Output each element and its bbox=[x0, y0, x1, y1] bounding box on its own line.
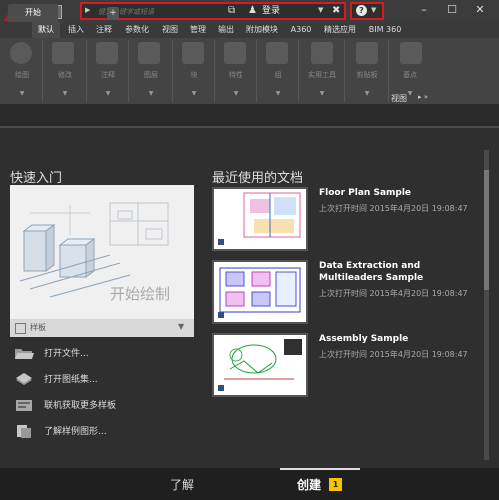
ribbon-group-properties[interactable]: 特性 ▼ bbox=[216, 40, 257, 102]
recent-documents-heading: 最近使用的文档 bbox=[212, 171, 304, 186]
tab-view[interactable]: 视图 bbox=[158, 22, 182, 38]
group-icon bbox=[266, 42, 288, 64]
layers-icon bbox=[138, 42, 160, 64]
bottom-navigation-bar: 了解 创建 1 bbox=[0, 468, 499, 500]
chevron-down-icon[interactable]: ▼ bbox=[346, 90, 388, 97]
start-drawing-label[interactable]: 开始绘制 bbox=[110, 283, 170, 304]
chevron-down-icon[interactable]: ▼ bbox=[258, 90, 298, 97]
ribbon-group-groups[interactable]: 组 ▼ bbox=[258, 40, 299, 102]
active-indicator bbox=[280, 468, 360, 470]
chevron-down-icon[interactable]: ▼ bbox=[216, 90, 256, 97]
tab-parametric[interactable]: 参数化 bbox=[120, 22, 154, 38]
tab-a360[interactable]: A360 bbox=[286, 22, 316, 38]
chevron-down-icon[interactable]: ▼ bbox=[2, 90, 42, 97]
online-templates-icon bbox=[14, 397, 34, 411]
tab-output[interactable]: 输出 bbox=[214, 22, 238, 38]
utilities-icon bbox=[311, 42, 333, 64]
document-name[interactable]: Assembly Sample bbox=[319, 333, 479, 345]
folder-icon bbox=[14, 345, 34, 359]
document-name[interactable]: Data Extraction and Multileaders Sample bbox=[319, 260, 479, 284]
add-tab-button[interactable]: + bbox=[107, 7, 119, 19]
login-button[interactable]: 登录 bbox=[262, 5, 280, 18]
quick-start-heading: 快速入门 bbox=[10, 171, 63, 186]
document-thumbnail bbox=[212, 187, 308, 251]
clipboard-icon bbox=[356, 42, 378, 64]
tab-manage[interactable]: 管理 bbox=[186, 22, 210, 38]
document-time: 上次打开时间 2015年4月20日 19:08:47 bbox=[319, 350, 468, 359]
chevron-down-icon[interactable]: ▼ bbox=[130, 90, 172, 97]
tab-annotate[interactable]: 注释 bbox=[92, 22, 116, 38]
view-panel-label[interactable]: 视图 bbox=[391, 93, 407, 104]
create-tab[interactable]: 创建 bbox=[297, 476, 321, 493]
ribbon-group-draw[interactable]: 绘图 ▼ bbox=[2, 40, 43, 102]
exchange-apps-icon[interactable]: ✖ bbox=[332, 5, 342, 17]
ribbon-group-block[interactable]: 块 ▼ bbox=[174, 40, 215, 102]
tab-addins[interactable]: 附加模块 bbox=[242, 22, 282, 38]
tab-insert[interactable]: 插入 bbox=[64, 22, 88, 38]
properties-icon bbox=[224, 42, 246, 64]
chevron-right-icon[interactable]: ▸ » bbox=[418, 93, 428, 101]
document-time: 上次打开时间 2015年4月20日 19:08:47 bbox=[319, 204, 468, 213]
sample-drawings-icon bbox=[14, 423, 34, 438]
tab-start[interactable]: 开始 bbox=[8, 4, 58, 22]
block-icon bbox=[182, 42, 204, 64]
ribbon-group-layers[interactable]: 图层 ▼ bbox=[130, 40, 173, 102]
document-name[interactable]: Floor Plan Sample bbox=[319, 187, 479, 199]
recent-document-item[interactable]: Assembly Sample 上次打开时间 2015年4月20日 19:08:… bbox=[212, 333, 482, 399]
tab-default[interactable]: 默认 bbox=[32, 22, 60, 38]
chevron-down-icon[interactable]: ▼ bbox=[44, 90, 86, 97]
scrollbar-thumb[interactable] bbox=[484, 170, 489, 290]
ribbon-tab-bar: 默认 插入 注释 参数化 视图 管理 输出 附加模块 A360 精选应用 BIM… bbox=[30, 22, 499, 38]
chevron-down-icon[interactable]: ▼ bbox=[371, 6, 376, 14]
chevron-down-icon[interactable]: ▼ bbox=[178, 322, 184, 331]
chevron-down-icon[interactable]: ▼ bbox=[174, 90, 214, 97]
document-tab-bar bbox=[0, 104, 499, 126]
template-icon bbox=[15, 323, 26, 334]
text-icon bbox=[96, 42, 118, 64]
notification-badge: 1 bbox=[329, 478, 342, 491]
document-time: 上次打开时间 2015年4月20日 19:08:47 bbox=[319, 289, 468, 298]
recent-document-item[interactable]: Data Extraction and Multileaders Sample … bbox=[212, 260, 482, 326]
modify-icon bbox=[52, 42, 74, 64]
template-dropdown[interactable]: 样板 ▼ bbox=[10, 319, 194, 337]
learn-tab[interactable]: 了解 bbox=[170, 476, 194, 493]
search-expand-icon[interactable]: ▶ bbox=[85, 6, 90, 14]
document-thumbnail bbox=[212, 333, 308, 397]
basepoint-icon bbox=[400, 42, 422, 64]
help-box-highlight: ? ▼ bbox=[350, 2, 384, 20]
chevron-down-icon[interactable]: ▼ bbox=[318, 6, 323, 14]
tab-bim360[interactable]: BIM 360 bbox=[364, 22, 406, 38]
search-box-highlight: ▶ ⧉ ♟ 登录 ▼ ✖ bbox=[80, 2, 346, 21]
close-button[interactable]: ✕ bbox=[466, 0, 494, 20]
user-icon: ♟ bbox=[248, 5, 257, 16]
ribbon-group-clipboard[interactable]: 剪贴板 ▼ bbox=[346, 40, 389, 102]
chevron-down-icon[interactable]: ▼ bbox=[88, 90, 128, 97]
minimize-button[interactable]: – bbox=[410, 0, 438, 20]
chevron-down-icon[interactable]: ▼ bbox=[300, 90, 344, 97]
recent-document-item[interactable]: Floor Plan Sample 上次打开时间 2015年4月20日 19:0… bbox=[212, 187, 482, 253]
tab-featured-apps[interactable]: 精选应用 bbox=[320, 22, 360, 38]
document-thumbnail bbox=[212, 260, 308, 324]
maximize-button[interactable]: ☐ bbox=[438, 0, 466, 20]
ribbon-group-annotate[interactable]: 注释 ▼ bbox=[88, 40, 129, 102]
start-drawing-card[interactable] bbox=[10, 185, 194, 337]
ribbon-group-utilities[interactable]: 实用工具 ▼ bbox=[300, 40, 345, 102]
template-label: 样板 bbox=[30, 323, 46, 332]
question-icon[interactable]: ? bbox=[356, 5, 367, 16]
sheetset-icon bbox=[14, 371, 34, 385]
binoculars-icon[interactable]: ⧉ bbox=[228, 5, 242, 17]
draw-icon bbox=[10, 42, 32, 64]
ribbon-group-modify[interactable]: 修改 ▼ bbox=[44, 40, 87, 102]
